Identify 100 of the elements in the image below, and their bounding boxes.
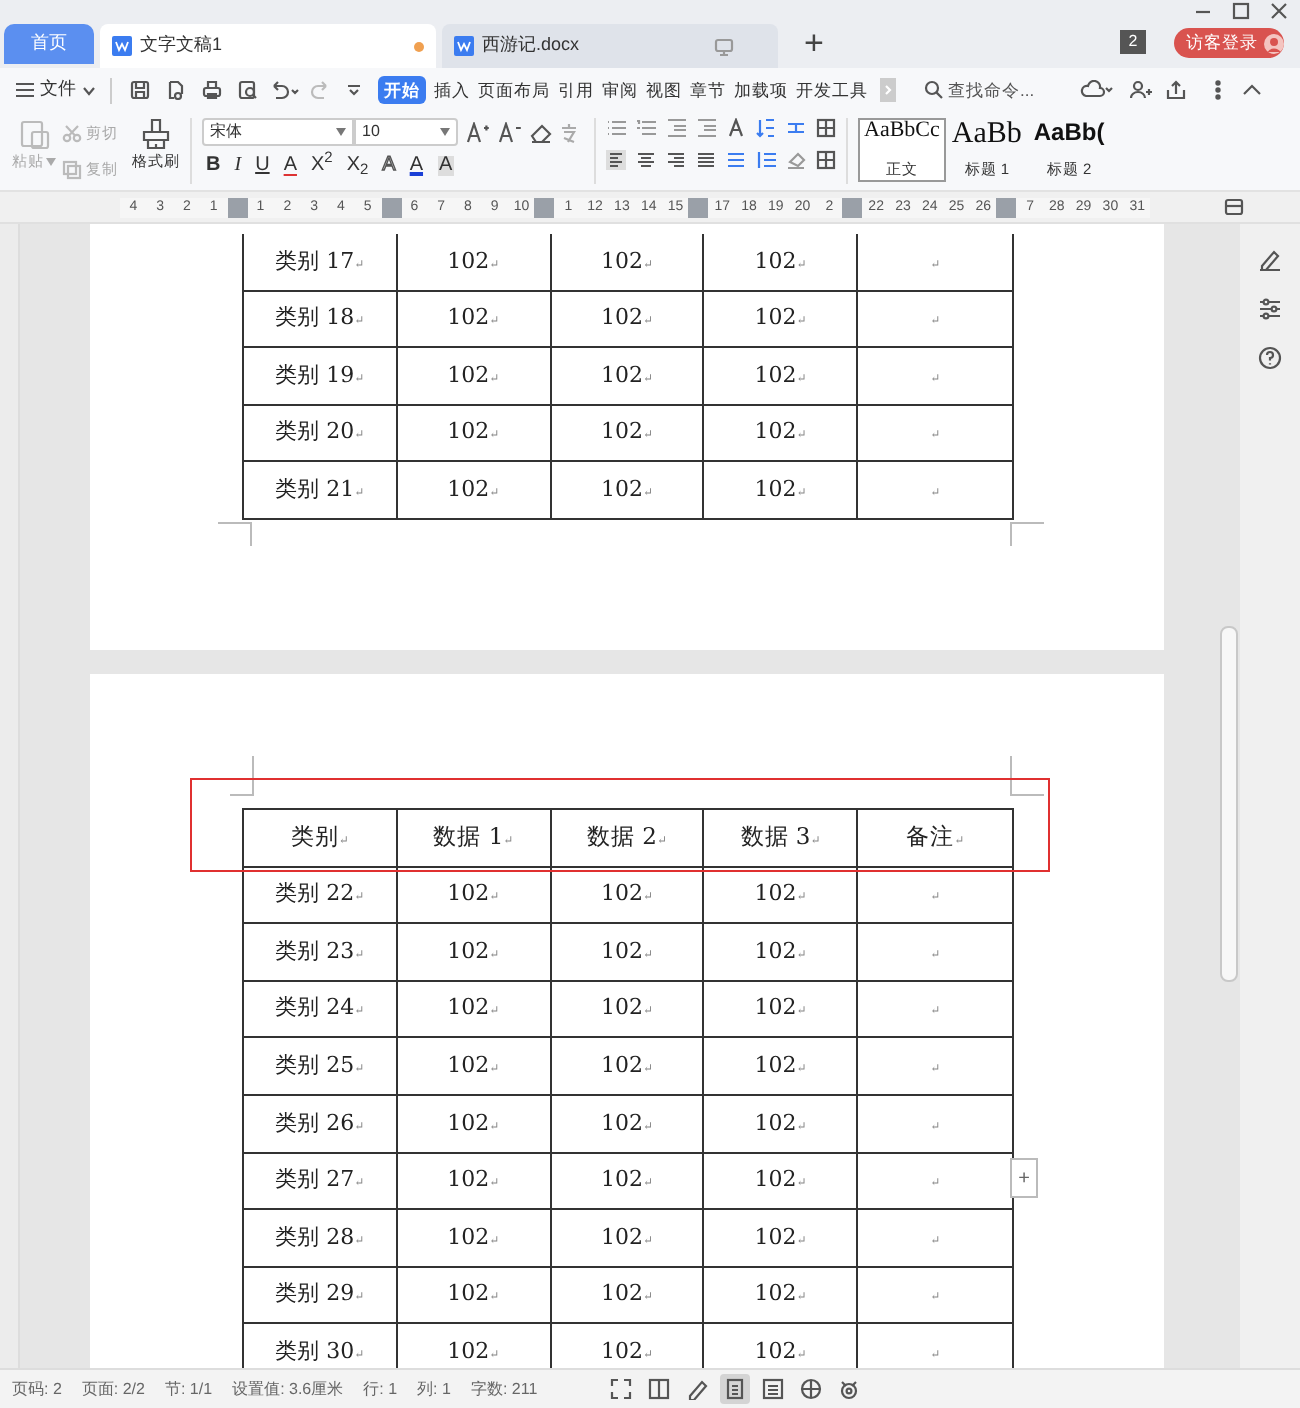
command-search-field[interactable]: 查找命令...	[924, 77, 1064, 103]
format-button[interactable]: I	[234, 156, 242, 176]
outline-view-icon	[761, 1378, 784, 1400]
login-button[interactable]: 访客登录	[1174, 28, 1284, 58]
format-button[interactable]: B	[206, 156, 221, 176]
column-marker[interactable]	[227, 197, 248, 217]
menu-tab[interactable]: 章节	[690, 81, 726, 99]
chevron-down-icon	[82, 85, 96, 95]
tab-label: 西游记.docx	[482, 32, 582, 59]
align-center-icon[interactable]	[636, 150, 656, 170]
format-button[interactable]: X$_{2}$	[346, 156, 369, 176]
decrease-indent-icon[interactable]	[666, 118, 686, 138]
sort-icon[interactable]	[756, 118, 776, 138]
align-left-icon[interactable]	[606, 150, 626, 170]
collapse-icon[interactable]	[1242, 82, 1262, 98]
column-marker[interactable]	[688, 197, 709, 217]
format-button[interactable]: U	[255, 156, 270, 176]
tab-label: 文字文稿1	[140, 32, 225, 59]
edit-view-icon	[685, 1378, 708, 1400]
style-sample: AaBb(	[1033, 120, 1105, 144]
adjust-icon[interactable]	[1258, 298, 1282, 320]
dropdown-icon	[46, 157, 56, 166]
status-text: 行: 1	[363, 1377, 398, 1401]
format-button[interactable]: A	[283, 156, 297, 176]
document-tab[interactable]: 西游记.docx	[442, 24, 778, 68]
distribute-icon[interactable]	[726, 150, 746, 170]
print-icon[interactable]	[202, 80, 222, 100]
borders-icon[interactable]	[816, 150, 836, 170]
customize-icon[interactable]	[344, 80, 364, 100]
font-size-field[interactable]: 10	[354, 118, 458, 146]
paragraph-spacing-icon[interactable]	[756, 150, 776, 170]
format-button[interactable]: X$^{2}$	[310, 156, 333, 176]
new-tab-button[interactable]: +	[804, 26, 824, 60]
style-sample: AaBbCc	[864, 120, 940, 142]
document-icon	[112, 36, 132, 56]
view-mode-button[interactable]	[605, 1374, 636, 1404]
column-marker[interactable]	[534, 197, 555, 217]
menu-tab[interactable]: 引用	[558, 81, 594, 99]
text-direction-icon[interactable]	[726, 118, 746, 138]
dropdown-icon	[440, 128, 450, 136]
column-marker[interactable]	[996, 197, 1017, 217]
view-mode-button[interactable]	[719, 1374, 750, 1404]
format-button[interactable]: A	[382, 156, 396, 176]
menu-tab[interactable]: 插入	[434, 81, 470, 99]
format-button[interactable]: A	[437, 156, 455, 176]
increase-indent-icon[interactable]	[696, 118, 716, 138]
column-marker[interactable]	[842, 197, 863, 217]
format-button[interactable]: A	[409, 156, 424, 176]
margin-corner-mark	[230, 756, 254, 796]
status-text: 页码: 2	[12, 1377, 62, 1401]
menu-tab[interactable]: 审阅	[602, 81, 638, 99]
more-icon[interactable]	[1214, 80, 1222, 100]
ruler-toggle-icon[interactable]	[1224, 198, 1244, 216]
status-text: 列: 1	[417, 1377, 451, 1401]
status-text: 字数: 211	[470, 1377, 538, 1401]
share-user-icon[interactable]	[1130, 80, 1152, 100]
align-right-icon[interactable]	[666, 150, 686, 170]
column-marker[interactable]	[381, 197, 402, 217]
menu-tab[interactable]: 加载项	[734, 81, 788, 99]
notification-badge[interactable]: 2	[1120, 30, 1146, 54]
eraser-icon[interactable]	[530, 121, 552, 143]
add-row-button[interactable]: +	[1010, 1158, 1038, 1198]
style-sample: AaBb	[951, 120, 1022, 150]
menu-tab[interactable]: 视图	[646, 81, 682, 99]
bullet-list-icon[interactable]	[606, 118, 626, 138]
justify-icon[interactable]	[696, 150, 716, 170]
numbered-list-icon[interactable]	[636, 118, 656, 138]
grow-font-icon[interactable]	[466, 121, 490, 143]
status-text: 节: 1/1	[164, 1377, 213, 1401]
save-icon[interactable]	[130, 80, 150, 100]
share-icon[interactable]	[1166, 80, 1186, 100]
view-mode-button[interactable]	[643, 1374, 674, 1404]
menu-tab[interactable]: 页面布局	[478, 81, 550, 99]
dropdown-icon	[336, 128, 346, 136]
help-icon[interactable]	[1258, 346, 1282, 370]
margin-corner-mark	[1010, 522, 1044, 546]
view-mode-button[interactable]	[795, 1374, 826, 1404]
maximize-icon[interactable]	[1232, 2, 1250, 20]
read-view-icon	[647, 1378, 670, 1400]
file-menu[interactable]: 文件	[16, 76, 96, 104]
menu-icon	[16, 82, 34, 98]
copy-icon	[62, 159, 82, 180]
export-icon[interactable]	[166, 80, 186, 100]
view-mode-button[interactable]	[757, 1374, 788, 1404]
menu-tab[interactable]: 开始	[378, 75, 426, 105]
close-icon[interactable]	[1270, 2, 1288, 20]
menu-tab[interactable]: 开发工具	[796, 81, 868, 99]
document-tab[interactable]: 文字文稿1	[100, 24, 436, 68]
shrink-font-icon[interactable]	[498, 121, 522, 143]
table-border-icon[interactable]	[816, 118, 836, 138]
shading-icon[interactable]	[786, 150, 806, 170]
print-preview-icon[interactable]	[238, 80, 258, 100]
font-name-field[interactable]: 宋体	[202, 118, 354, 146]
margin-corner-mark	[218, 522, 252, 546]
cloud-icon[interactable]	[1080, 80, 1116, 100]
line-spacing-icon[interactable]	[786, 118, 806, 138]
scrollbar[interactable]	[1216, 224, 1240, 1368]
pen-icon[interactable]	[1258, 250, 1282, 272]
undo-icon[interactable]	[270, 80, 302, 100]
avatar-icon	[1264, 33, 1284, 53]
